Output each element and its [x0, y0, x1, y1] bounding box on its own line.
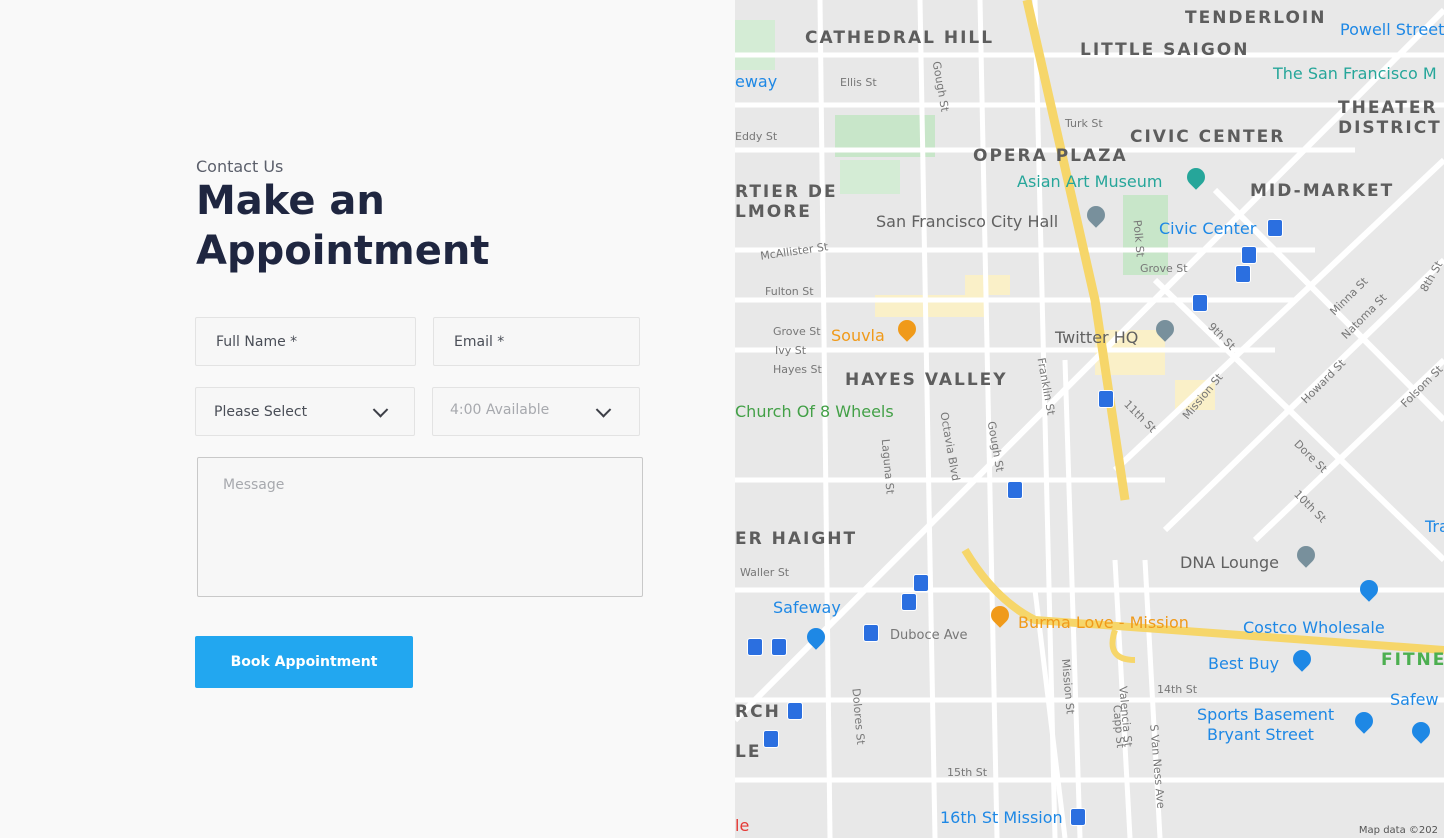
poi-label[interactable]: Powell Street — [1340, 20, 1444, 39]
district-label: RTIER DE — [735, 182, 838, 202]
street-label: 14th St — [1157, 683, 1198, 696]
service-select-value: Please Select — [214, 404, 308, 420]
poi-label[interactable]: The San Francisco M — [1273, 64, 1437, 83]
street-label: Hayes St — [773, 363, 822, 376]
transit-stop-icon[interactable] — [1241, 246, 1257, 264]
appointment-form-panel: Contact Us Make an Appointment Full Name… — [0, 0, 735, 838]
poi-label[interactable]: Asian Art Museum — [1017, 172, 1163, 191]
poi-label[interactable]: Best Buy — [1208, 654, 1279, 673]
service-select[interactable]: Please Select — [195, 387, 415, 436]
poi-label[interactable]: Souvla — [831, 326, 885, 345]
street-label: Ivy St — [775, 344, 807, 357]
district-label: LMORE — [735, 202, 812, 222]
poi-label[interactable]: Safeway — [773, 598, 841, 617]
district-label: LE — [735, 742, 762, 762]
district-label: THEATER — [1338, 98, 1438, 118]
time-select-value: 4:00 Available — [450, 402, 550, 418]
transit-stop-icon[interactable] — [901, 593, 917, 611]
page-title: Make an Appointment — [196, 178, 490, 274]
district-label: OPERA PLAZA — [973, 146, 1128, 166]
transit-stop-icon[interactable] — [1098, 390, 1114, 408]
poi-label[interactable]: 16th St Mission — [940, 808, 1063, 827]
transit-stop-icon[interactable] — [1235, 265, 1251, 283]
district-label: MID-MARKET — [1250, 181, 1395, 201]
street-label: Duboce Ave — [890, 628, 968, 643]
street-label: Waller St — [740, 566, 790, 579]
transit-stop-icon[interactable] — [747, 638, 763, 656]
district-label: FITNESS — [1381, 650, 1444, 670]
google-logo: le — [735, 816, 750, 835]
street-label: Eddy St — [735, 130, 778, 143]
district-label: TENDERLOIN — [1185, 8, 1327, 28]
email-input[interactable]: Email * — [433, 317, 640, 366]
street-label: Ellis St — [840, 76, 877, 89]
transit-stop-icon[interactable] — [1267, 219, 1283, 237]
street-label: Fulton St — [765, 285, 814, 298]
transit-stop-icon[interactable] — [863, 624, 879, 642]
section-eyebrow: Contact Us — [196, 157, 284, 176]
district-label: RCH — [735, 702, 781, 722]
transit-stop-icon[interactable] — [771, 638, 787, 656]
transit-stop-icon[interactable] — [913, 574, 929, 592]
street-label: Turk St — [1065, 117, 1103, 130]
time-select[interactable]: 4:00 Available — [432, 387, 640, 436]
poi-label[interactable]: Twitter HQ — [1055, 328, 1138, 347]
street-label: 15th St — [947, 766, 988, 779]
email-placeholder: Email * — [454, 334, 505, 350]
transit-stop-icon[interactable] — [1192, 294, 1208, 312]
full-name-input[interactable]: Full Name * — [195, 317, 416, 366]
map-view[interactable]: TENDERLOIN CATHEDRAL HILL LITTLE SAIGON … — [735, 0, 1444, 838]
poi-label[interactable]: Tra — [1425, 517, 1444, 536]
message-textarea[interactable]: Message — [197, 457, 643, 597]
poi-label[interactable]: Sports Basement — [1197, 705, 1334, 724]
transit-stop-icon[interactable] — [763, 730, 779, 748]
transit-stop-icon[interactable] — [787, 702, 803, 720]
message-placeholder: Message — [223, 477, 285, 493]
street-label: Grove St — [1140, 262, 1188, 275]
map-attribution: Map data ©202 — [1358, 825, 1438, 836]
poi-label[interactable]: eway — [735, 72, 777, 91]
poi-label[interactable]: San Francisco City Hall — [876, 212, 1058, 231]
transit-stop-icon[interactable] — [1070, 808, 1086, 826]
district-label: ER HAIGHT — [735, 529, 858, 549]
chevron-down-icon — [372, 401, 389, 418]
transit-stop-icon[interactable] — [1007, 481, 1023, 499]
poi-label[interactable]: Costco Wholesale — [1243, 618, 1385, 637]
chevron-down-icon — [595, 401, 612, 418]
full-name-placeholder: Full Name * — [216, 334, 298, 350]
district-label: HAYES VALLEY — [845, 370, 1008, 390]
district-label: CIVIC CENTER — [1130, 127, 1286, 147]
district-label: LITTLE SAIGON — [1080, 40, 1250, 60]
district-label: CATHEDRAL HILL — [805, 28, 995, 48]
poi-label[interactable]: Bryant Street — [1207, 725, 1314, 744]
poi-label[interactable]: Civic Center — [1159, 219, 1256, 238]
district-label: DISTRICT — [1338, 118, 1442, 138]
poi-label[interactable]: DNA Lounge — [1180, 553, 1279, 572]
poi-label[interactable]: Church Of 8 Wheels — [735, 402, 894, 421]
street-label: Grove St — [773, 325, 821, 338]
poi-label[interactable]: Safew — [1390, 690, 1439, 709]
book-appointment-button[interactable]: Book Appointment — [195, 636, 413, 688]
poi-label[interactable]: Burma Love - Mission — [1018, 613, 1189, 632]
